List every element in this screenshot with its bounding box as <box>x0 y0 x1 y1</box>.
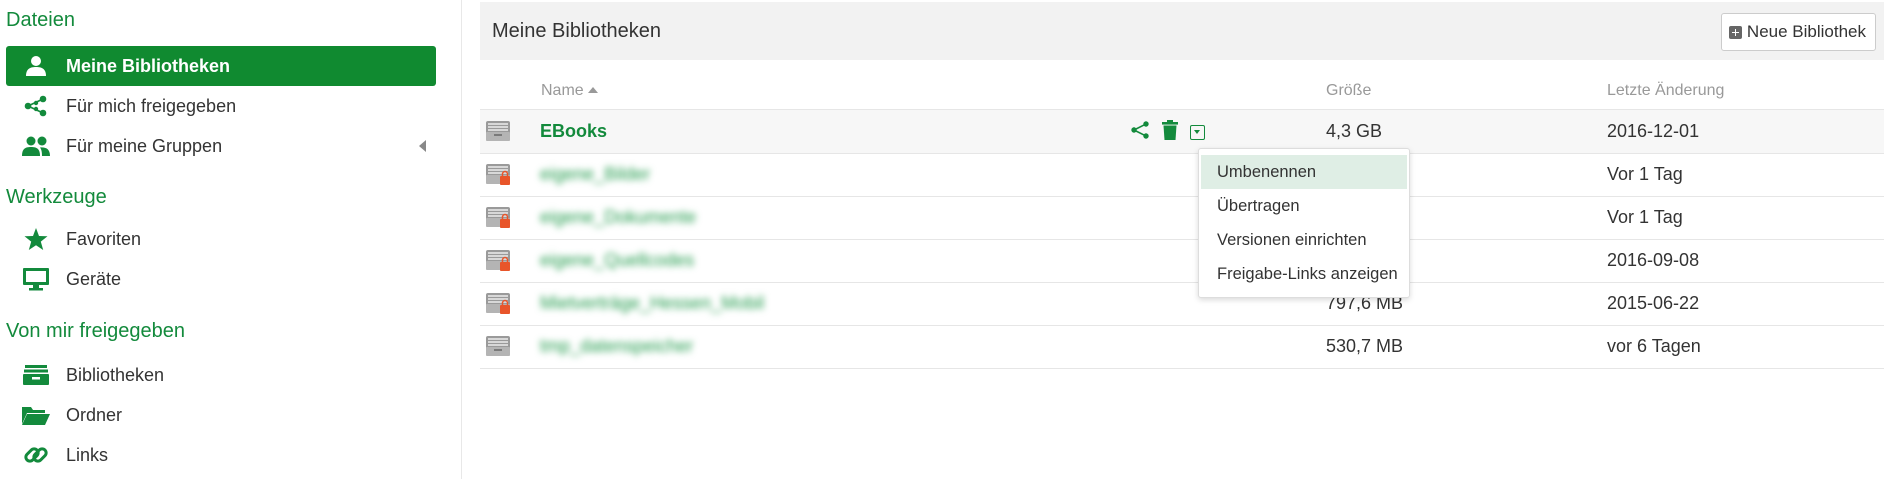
menu-item-transfer[interactable]: Übertragen <box>1201 189 1407 223</box>
encrypted-library-icon <box>485 162 511 186</box>
library-icon <box>6 355 66 395</box>
column-header-size[interactable]: Größe <box>1326 82 1371 100</box>
library-modified: 2015-06-22 <box>1607 293 1700 313</box>
page-title: Meine Bibliotheken <box>492 20 661 42</box>
page-header: Meine Bibliotheken Neue Bibliothek <box>480 2 1884 60</box>
section-heading-tools: Werkzeuge <box>6 186 107 208</box>
sidebar-item-my-groups[interactable]: Für meine Gruppen <box>6 126 436 166</box>
sidebar-item-label: Geräte <box>66 268 122 289</box>
plus-icon <box>1728 25 1742 39</box>
new-library-button[interactable]: Neue Bibliothek <box>1720 13 1876 51</box>
library-modified: Vor 1 Tag <box>1607 207 1683 227</box>
sidebar-item-label: Für meine Gruppen <box>66 135 223 156</box>
sort-ascending-icon <box>587 87 598 93</box>
sidebar-item-shared-with-me[interactable]: Für mich freigegeben <box>6 86 436 126</box>
library-modified: 2016-09-08 <box>1607 250 1700 270</box>
user-icon <box>6 46 66 86</box>
monitor-icon <box>6 259 66 299</box>
encrypted-library-icon <box>485 248 511 272</box>
trash-icon[interactable] <box>1162 120 1178 145</box>
menu-item-rename[interactable]: Umbenennen <box>1201 155 1407 189</box>
library-actions-menu: Umbenennen Übertragen Versionen einricht… <box>1198 148 1410 298</box>
library-name[interactable]: eigene_Bilder <box>540 164 650 185</box>
library-modified: Vor 1 Tag <box>1607 164 1683 184</box>
table-row[interactable]: EBooks 4,3 GB 2016-12-01 <box>480 110 1884 154</box>
column-header-label: Name <box>541 82 584 99</box>
library-icon <box>485 334 511 358</box>
library-modified: 2016-12-01 <box>1607 121 1700 141</box>
section-heading-shared-by-me: Von mir freigegeben <box>6 320 186 342</box>
link-icon <box>6 435 66 475</box>
sidebar-item-label: Bibliotheken <box>66 364 165 385</box>
sidebar-item-favorites[interactable]: Favoriten <box>6 219 436 259</box>
sidebar-item-label: Favoriten <box>66 228 142 249</box>
sidebar-item-label: Für mich freigegeben <box>66 95 237 116</box>
sidebar-item-shared-links[interactable]: Links <box>6 435 436 475</box>
encrypted-library-icon <box>485 205 511 229</box>
table-row[interactable]: tmp_datenspeicher 530,7 MB vor 6 Tagen <box>480 325 1884 369</box>
table-row[interactable]: eigene_Dokumente Vor 1 Tag <box>480 196 1884 240</box>
column-header-modified[interactable]: Letzte Änderung <box>1607 82 1724 100</box>
column-header-name[interactable]: Name <box>541 82 598 100</box>
sidebar-item-devices[interactable]: Geräte <box>6 259 436 299</box>
library-size: 530,7 MB <box>1326 336 1404 356</box>
sidebar-item-label: Links <box>66 444 109 465</box>
share-icon <box>6 86 66 126</box>
sidebar-item-shared-folders[interactable]: Ordner <box>6 395 436 435</box>
menu-item-share-links[interactable]: Freigabe-Links anzeigen <box>1201 257 1407 291</box>
table-row[interactable]: eigene_Quellcodes 2016-09-08 <box>480 239 1884 283</box>
sidebar-item-my-libraries[interactable]: Meine Bibliotheken <box>6 46 436 86</box>
star-icon <box>6 219 66 259</box>
library-name[interactable]: Mietverträge_Hessen_Mobil <box>540 293 764 314</box>
library-name[interactable]: EBooks <box>540 121 607 142</box>
share-icon[interactable] <box>1130 121 1150 144</box>
group-icon <box>6 126 66 166</box>
sidebar-item-label: Ordner <box>66 404 123 425</box>
expand-caret-icon[interactable] <box>419 140 426 152</box>
encrypted-library-icon <box>485 291 511 315</box>
row-operations <box>1130 120 1205 145</box>
dropdown-toggle-icon[interactable] <box>1190 125 1205 140</box>
library-size: 4,3 GB <box>1326 121 1383 141</box>
section-heading-files: Dateien <box>6 9 75 31</box>
sidebar-item-shared-libraries[interactable]: Bibliotheken <box>6 355 436 395</box>
library-name[interactable]: eigene_Quellcodes <box>540 250 694 271</box>
library-modified: vor 6 Tagen <box>1607 336 1701 356</box>
table-row[interactable]: eigene_Bilder Vor 1 Tag <box>480 153 1884 197</box>
library-name[interactable]: eigene_Dokumente <box>540 207 696 228</box>
library-icon <box>485 119 511 143</box>
sidebar-item-label: Meine Bibliotheken <box>66 55 231 76</box>
new-library-label: Neue Bibliothek <box>1746 22 1866 41</box>
table-row[interactable]: Mietverträge_Hessen_Mobil 797,6 MB 2015-… <box>480 282 1884 326</box>
menu-item-versions[interactable]: Versionen einrichten <box>1201 223 1407 257</box>
library-name[interactable]: tmp_datenspeicher <box>540 336 693 357</box>
sidebar: Dateien Meine Bibliotheken Für mich frei… <box>0 0 462 479</box>
folder-icon <box>6 395 66 435</box>
